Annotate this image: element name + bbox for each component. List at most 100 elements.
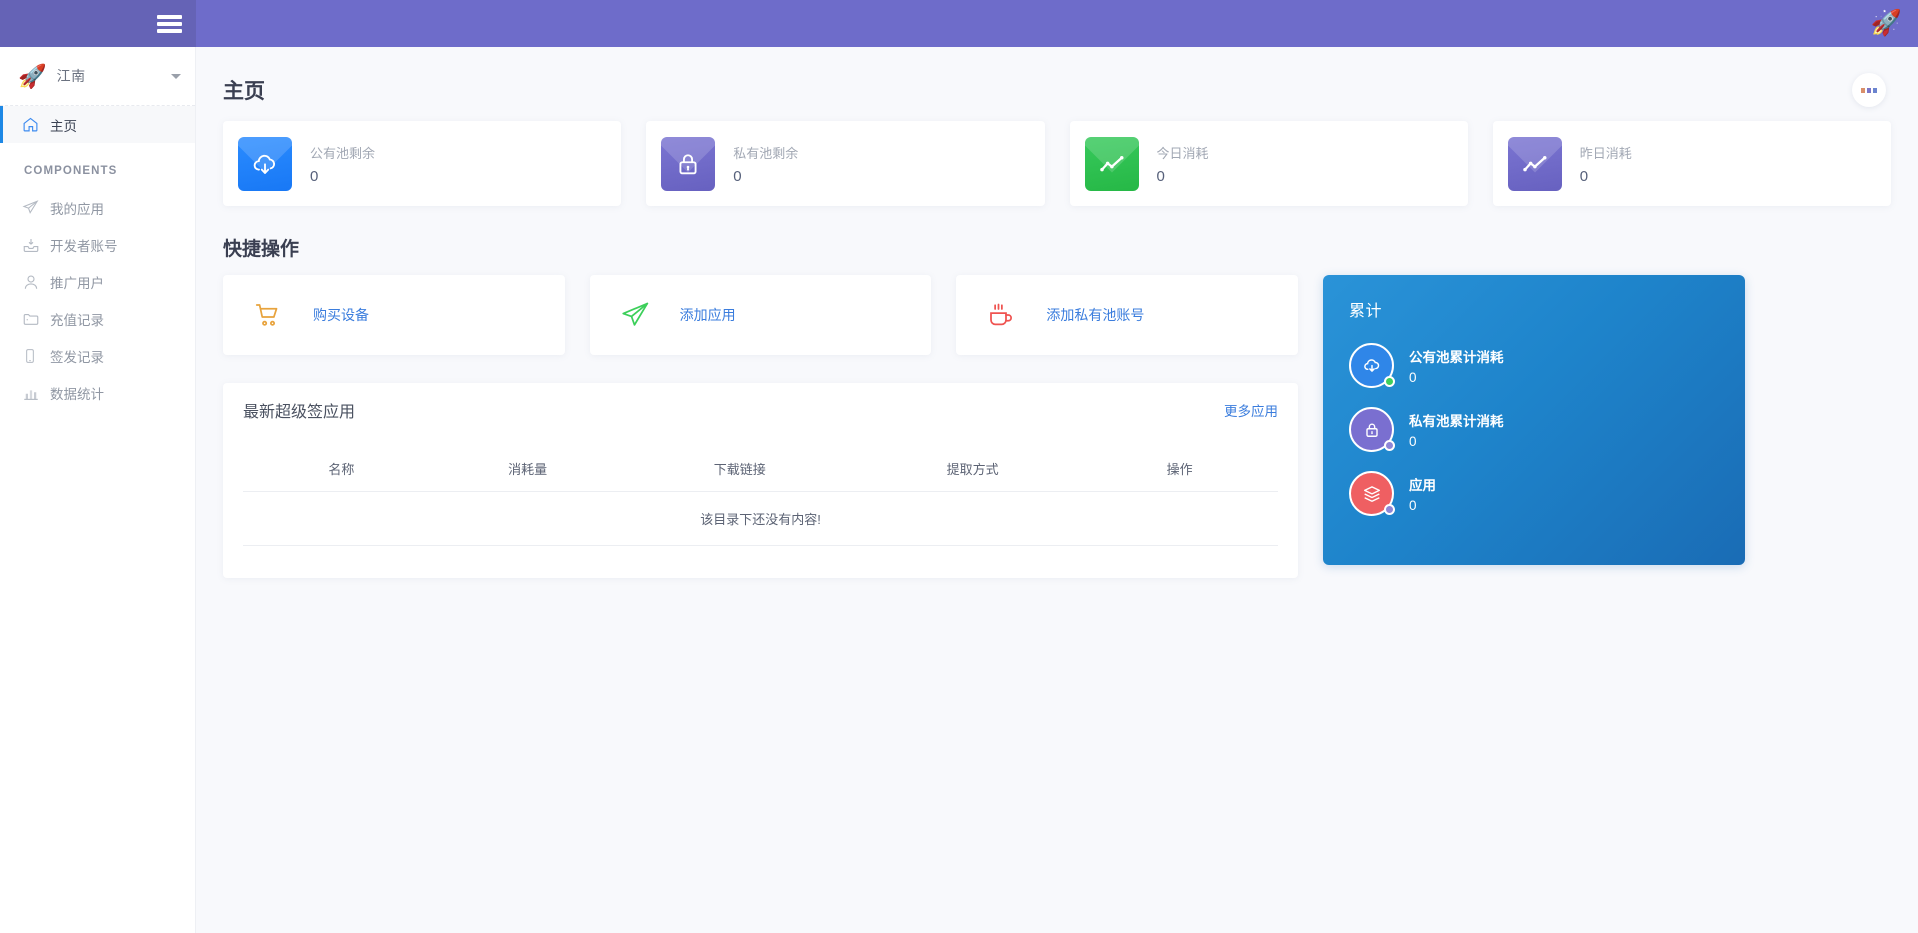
stat-value: 0 bbox=[733, 168, 798, 185]
quick-action-label: 添加私有池账号 bbox=[1046, 305, 1144, 325]
column-header-consumption: 消耗量 bbox=[440, 437, 616, 492]
dot bbox=[1861, 88, 1865, 93]
sidebar-item-home[interactable]: 主页 bbox=[0, 106, 195, 143]
mobile-icon bbox=[22, 348, 50, 364]
chart-line-icon bbox=[1085, 137, 1139, 191]
table-footer-spacer bbox=[243, 546, 1278, 578]
quick-action-label: 添加应用 bbox=[680, 305, 736, 325]
cumulative-label: 应用 bbox=[1409, 474, 1436, 494]
sidebar-item-recharge-records[interactable]: 充值记录 bbox=[0, 300, 195, 337]
sidebar: 🚀 江南 主页 COMPONENTS bbox=[0, 47, 196, 933]
stat-card-private-pool-remaining: 私有池剩余 0 bbox=[646, 121, 1044, 206]
cumulative-value: 0 bbox=[1409, 370, 1504, 385]
sidebar-item-label: 主页 bbox=[50, 115, 77, 135]
cumulative-texts: 私有池累计消耗 0 bbox=[1394, 410, 1504, 449]
latest-apps-title: 最新超级签应用 bbox=[243, 398, 355, 422]
latest-apps-table: 名称 消耗量 下载链接 提取方式 操作 该目录下还没有内容! bbox=[243, 437, 1278, 546]
chevron-down-icon[interactable] bbox=[171, 74, 181, 79]
dot bbox=[1873, 88, 1877, 93]
sidebar-item-label: 充值记录 bbox=[50, 309, 104, 329]
column-header-name: 名称 bbox=[243, 437, 440, 492]
table-body: 该目录下还没有内容! bbox=[243, 492, 1278, 546]
stat-card-texts: 公有池剩余 0 bbox=[292, 143, 375, 185]
coffee-cup-icon bbox=[956, 300, 1046, 330]
stat-value: 0 bbox=[310, 168, 375, 185]
sidebar-item-label: 数据统计 bbox=[50, 383, 104, 403]
cumulative-label: 私有池累计消耗 bbox=[1409, 410, 1504, 430]
menu-toggle-icon[interactable] bbox=[157, 15, 182, 33]
cumulative-value: 0 bbox=[1409, 498, 1436, 513]
sidebar-item-promotion-users[interactable]: 推广用户 bbox=[0, 263, 195, 300]
more-apps-link[interactable]: 更多应用 bbox=[1224, 400, 1278, 420]
app-root: 🚀 🚀 江南 主页 COMPONENTS bbox=[0, 0, 1918, 933]
sidebar-item-developer-account[interactable]: 开发者账号 bbox=[0, 226, 195, 263]
cumulative-value: 0 bbox=[1409, 434, 1504, 449]
user-icon bbox=[22, 273, 50, 291]
cumulative-item-private-pool: 私有池累计消耗 0 bbox=[1349, 407, 1719, 452]
cumulative-texts: 应用 0 bbox=[1394, 474, 1436, 513]
status-dot bbox=[1384, 504, 1395, 515]
left-column: 购买设备 添加应用 bbox=[223, 261, 1298, 578]
stat-label: 今日消耗 bbox=[1157, 143, 1209, 162]
top-header-right: 🚀 bbox=[196, 0, 1918, 47]
sidebar-item-statistics[interactable]: 数据统计 bbox=[0, 374, 195, 411]
stat-card-today-consumption: 今日消耗 0 bbox=[1070, 121, 1468, 206]
quick-actions-title: 快捷操作 bbox=[196, 206, 1918, 261]
main-content: 主页 公有池剩余 0 bbox=[196, 47, 1918, 933]
brand-selector[interactable]: 🚀 江南 bbox=[0, 47, 195, 106]
stat-card-texts: 私有池剩余 0 bbox=[715, 143, 798, 185]
stat-label: 私有池剩余 bbox=[733, 143, 798, 162]
quick-action-label: 购买设备 bbox=[313, 305, 369, 325]
stat-card-row: 公有池剩余 0 私有池剩余 0 bbox=[196, 107, 1918, 206]
sidebar-item-issue-records[interactable]: 签发记录 bbox=[0, 337, 195, 374]
quick-action-buy-device[interactable]: 购买设备 bbox=[223, 275, 565, 355]
lock-icon bbox=[1349, 407, 1394, 452]
status-dot bbox=[1384, 376, 1395, 387]
sidebar-item-label: 我的应用 bbox=[50, 198, 104, 218]
stat-label: 昨日消耗 bbox=[1580, 143, 1632, 162]
latest-apps-header: 最新超级签应用 更多应用 bbox=[243, 383, 1278, 437]
cloud-download-icon bbox=[238, 137, 292, 191]
top-header-bar: 🚀 bbox=[0, 0, 1918, 47]
cumulative-panel: 累计 公有池累计消耗 0 bbox=[1323, 275, 1745, 565]
sidebar-item-label: 签发记录 bbox=[50, 346, 104, 366]
cumulative-title: 累计 bbox=[1349, 297, 1719, 321]
cumulative-item-public-pool: 公有池累计消耗 0 bbox=[1349, 343, 1719, 388]
stat-card-texts: 今日消耗 0 bbox=[1139, 143, 1209, 185]
sidebar-item-list: 我的应用 开发者账号 bbox=[0, 189, 195, 411]
more-options-button[interactable] bbox=[1852, 73, 1886, 107]
rocket-icon: 🚀 bbox=[18, 65, 47, 88]
chart-line-icon bbox=[1508, 137, 1562, 191]
content-columns: 购买设备 添加应用 bbox=[196, 261, 1918, 578]
stat-card-public-pool-remaining: 公有池剩余 0 bbox=[223, 121, 621, 206]
shopping-cart-icon bbox=[223, 300, 313, 330]
sidebar-header bbox=[0, 0, 196, 47]
quick-action-add-private-pool-account[interactable]: 添加私有池账号 bbox=[956, 275, 1298, 355]
rocket-icon[interactable]: 🚀 bbox=[1871, 11, 1902, 36]
hamburger-line bbox=[157, 29, 182, 33]
page-title: 主页 bbox=[223, 75, 265, 105]
cumulative-texts: 公有池累计消耗 0 bbox=[1394, 346, 1504, 385]
sidebar-nav: 主页 COMPONENTS 我的应用 bbox=[0, 106, 195, 411]
paper-plane-icon bbox=[590, 299, 680, 331]
stat-card-yesterday-consumption: 昨日消耗 0 bbox=[1493, 121, 1891, 206]
table-header-row: 名称 消耗量 下载链接 提取方式 操作 bbox=[243, 437, 1278, 492]
dot bbox=[1867, 88, 1871, 93]
column-header-download-link: 下载链接 bbox=[616, 437, 864, 492]
hamburger-line bbox=[157, 22, 182, 26]
hamburger-line bbox=[157, 15, 182, 19]
column-header-actions: 操作 bbox=[1081, 437, 1278, 492]
table-empty-message: 该目录下还没有内容! bbox=[243, 492, 1278, 546]
brand-name: 江南 bbox=[57, 66, 171, 86]
layers-icon bbox=[1349, 471, 1394, 516]
latest-apps-card: 最新超级签应用 更多应用 名称 消耗量 下载链接 提取方式 操作 bbox=[223, 383, 1298, 578]
quick-actions-row: 购买设备 添加应用 bbox=[223, 261, 1298, 355]
folder-icon bbox=[22, 310, 50, 328]
lock-icon bbox=[661, 137, 715, 191]
table-empty-row: 该目录下还没有内容! bbox=[243, 492, 1278, 546]
stat-card-texts: 昨日消耗 0 bbox=[1562, 143, 1632, 185]
quick-action-add-app[interactable]: 添加应用 bbox=[590, 275, 932, 355]
sidebar-item-my-apps[interactable]: 我的应用 bbox=[0, 189, 195, 226]
stat-label: 公有池剩余 bbox=[310, 143, 375, 162]
cloud-download-icon bbox=[1349, 343, 1394, 388]
